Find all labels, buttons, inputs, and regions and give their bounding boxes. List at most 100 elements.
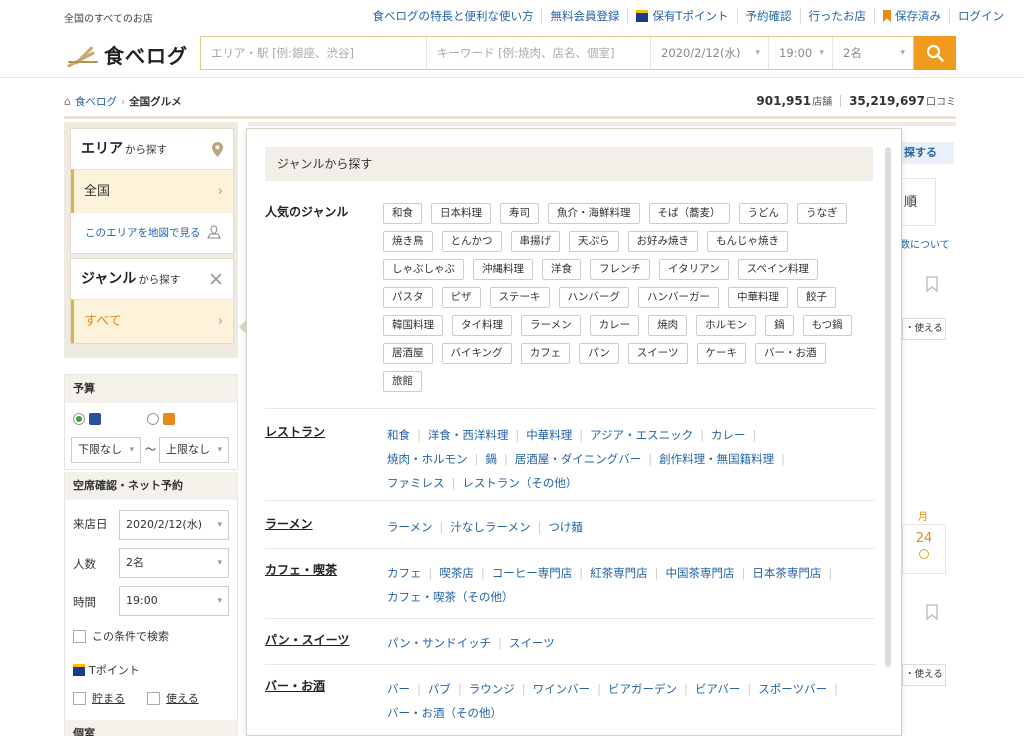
date-select[interactable]: 2020/2/12(水) bbox=[651, 37, 769, 69]
section-title[interactable]: バー・お酒 bbox=[265, 677, 325, 694]
genre-tag[interactable]: お好み焼き bbox=[627, 231, 698, 252]
bg-calendar-cell[interactable]: 24 bbox=[902, 524, 946, 574]
keyword-search-input[interactable]: キーワード [例:焼肉、店名、個室] bbox=[427, 37, 651, 69]
genre-link[interactable]: 和食 bbox=[387, 428, 410, 442]
genre-tag[interactable]: うなぎ bbox=[797, 203, 847, 224]
people-sidebar-select[interactable]: 2名 bbox=[119, 548, 229, 578]
genre-link[interactable]: スポーツバー bbox=[758, 682, 827, 696]
lunch-radio[interactable] bbox=[147, 413, 159, 425]
genre-link[interactable]: 喫茶店 bbox=[439, 566, 474, 580]
genre-link[interactable]: コーヒー専門店 bbox=[492, 566, 573, 580]
genre-tag[interactable]: ラーメン bbox=[521, 315, 581, 336]
genre-tag[interactable]: スイーツ bbox=[627, 343, 688, 364]
tpoint-use-label[interactable]: 使える bbox=[166, 690, 199, 706]
area-map-link[interactable]: このエリアを地図で見る bbox=[71, 213, 233, 253]
genre-current-item[interactable]: すべて bbox=[71, 299, 233, 344]
time-sidebar-select[interactable]: 19:00 bbox=[119, 586, 229, 616]
people-select[interactable]: 2名 bbox=[833, 37, 913, 69]
nav-tpoint-link[interactable]: 保有Tポイント bbox=[627, 8, 736, 24]
genre-link[interactable]: 日本茶専門店 bbox=[752, 566, 821, 580]
genre-tag[interactable]: 寿司 bbox=[500, 203, 539, 224]
search-button[interactable] bbox=[914, 36, 956, 70]
genre-tag[interactable]: 日本料理 bbox=[431, 203, 491, 224]
genre-link[interactable]: 鍋 bbox=[485, 452, 497, 466]
genre-tag[interactable]: 天ぷら bbox=[569, 231, 619, 252]
section-title[interactable]: カフェ・喫茶 bbox=[265, 561, 337, 578]
genre-link[interactable]: アジア・エスニック bbox=[590, 428, 693, 442]
bookmark-outline-icon[interactable] bbox=[926, 276, 938, 292]
genre-tag[interactable]: イタリアン bbox=[659, 259, 729, 280]
genre-tag[interactable]: スペイン料理 bbox=[737, 259, 818, 280]
genre-tag[interactable]: 串揚げ bbox=[510, 231, 560, 252]
genre-tag[interactable]: ピザ bbox=[441, 287, 481, 308]
genre-link[interactable]: ビアバー bbox=[695, 682, 741, 696]
genre-link[interactable]: 焼肉・ホルモン bbox=[387, 452, 468, 466]
genre-tag[interactable]: 沖縄料理 bbox=[473, 259, 533, 280]
genre-tag[interactable]: ステーキ bbox=[489, 287, 550, 308]
genre-link[interactable]: レストラン（その他） bbox=[462, 476, 577, 490]
bg-search-fragment[interactable]: 探する bbox=[900, 142, 954, 164]
panel-scrollbar[interactable] bbox=[885, 147, 891, 667]
genre-tag[interactable]: 中華料理 bbox=[728, 287, 788, 308]
nav-reservation-link[interactable]: 予約確認 bbox=[736, 8, 800, 24]
budget-upper-select[interactable]: 上限なし bbox=[159, 437, 229, 463]
genre-tag[interactable]: しゃぶしゃぶ bbox=[383, 259, 464, 280]
genre-link[interactable]: 居酒屋・ダイニングバー bbox=[515, 452, 642, 466]
genre-link[interactable]: パン・サンドイッチ bbox=[387, 636, 491, 650]
genre-link[interactable]: カレー bbox=[711, 428, 746, 442]
genre-link[interactable]: 中国茶専門店 bbox=[666, 566, 735, 580]
genre-link[interactable]: バー bbox=[387, 682, 410, 696]
genre-link[interactable]: バー・お酒（その他） bbox=[387, 706, 502, 720]
genre-tag[interactable]: 魚介・海鮮料理 bbox=[548, 203, 640, 224]
genre-link[interactable]: 中華料理 bbox=[526, 428, 572, 442]
genre-tag[interactable]: 焼き鳥 bbox=[383, 231, 433, 252]
genre-link[interactable]: パブ bbox=[428, 682, 451, 696]
logo[interactable]: 食べログ bbox=[64, 40, 188, 69]
dinner-radio[interactable] bbox=[73, 413, 85, 425]
genre-tag[interactable]: うどん bbox=[738, 203, 788, 224]
nav-visited-link[interactable]: 行ったお店 bbox=[799, 8, 875, 24]
genre-link[interactable]: 汁なしラーメン bbox=[450, 520, 530, 534]
search-condition-check[interactable]: この条件で検索 bbox=[73, 628, 169, 644]
genre-link[interactable]: カフェ bbox=[387, 566, 422, 580]
budget-lower-select[interactable]: 下限なし bbox=[71, 437, 141, 463]
genre-tag[interactable]: 鍋 bbox=[765, 315, 794, 336]
genre-tag[interactable]: カレー bbox=[589, 315, 640, 336]
genre-link[interactable]: つけ麺 bbox=[548, 520, 583, 534]
genre-link[interactable]: ラウンジ bbox=[469, 682, 515, 696]
area-search-input[interactable]: エリア・駅 [例:銀座、渋谷] bbox=[201, 37, 427, 69]
genre-tag[interactable]: 焼肉 bbox=[648, 315, 688, 336]
genre-link[interactable]: ファミレス bbox=[387, 476, 445, 490]
genre-tag[interactable]: もつ鍋 bbox=[802, 315, 852, 336]
genre-tag[interactable]: バー・お酒 bbox=[755, 343, 826, 364]
genre-link[interactable]: ラーメン bbox=[387, 520, 433, 534]
nav-register-link[interactable]: 無料会員登録 bbox=[541, 8, 627, 24]
breadcrumb-home-link[interactable]: 食べログ bbox=[75, 94, 117, 109]
genre-tag[interactable]: パン bbox=[579, 343, 619, 364]
tpoint-earn-label[interactable]: 貯まる bbox=[92, 690, 125, 706]
bg-about-fragment[interactable]: 数について bbox=[900, 236, 950, 251]
genre-tag[interactable]: 韓国料理 bbox=[383, 315, 443, 336]
genre-tag[interactable]: もんじゃ焼き bbox=[707, 231, 788, 252]
genre-link[interactable]: ビアガーデン bbox=[608, 682, 677, 696]
genre-tag[interactable]: 和食 bbox=[383, 203, 422, 224]
genre-tag[interactable]: タイ料理 bbox=[452, 315, 512, 336]
bg-sort-fragment[interactable]: 順 bbox=[902, 178, 936, 226]
genre-tag[interactable]: ケーキ bbox=[696, 343, 747, 364]
genre-tag[interactable]: フレンチ bbox=[590, 259, 650, 280]
section-title[interactable]: ラーメン bbox=[265, 515, 313, 532]
bookmark-outline-icon-2[interactable] bbox=[926, 604, 938, 620]
genre-tag[interactable]: パスタ bbox=[383, 287, 433, 308]
genre-link[interactable]: 洋食・西洋料理 bbox=[428, 428, 509, 442]
nav-login-link[interactable]: ログイン bbox=[949, 8, 1012, 24]
genre-tag[interactable]: 旅館 bbox=[383, 371, 422, 392]
genre-tag[interactable]: そば（蕎麦） bbox=[648, 203, 730, 224]
time-select[interactable]: 19:00 bbox=[769, 37, 833, 69]
genre-tag[interactable]: 洋食 bbox=[542, 259, 581, 280]
search-condition-checkbox[interactable] bbox=[73, 629, 86, 643]
tpoint-use-checkbox[interactable] bbox=[147, 691, 160, 705]
genre-tag[interactable]: 居酒屋 bbox=[383, 343, 433, 364]
nav-features-link[interactable]: 食べログの特長と便利な使い方 bbox=[364, 8, 541, 24]
visit-date-input[interactable]: 2020/2/12(水) bbox=[119, 510, 229, 540]
genre-tag[interactable]: ハンバーグ bbox=[558, 287, 629, 308]
